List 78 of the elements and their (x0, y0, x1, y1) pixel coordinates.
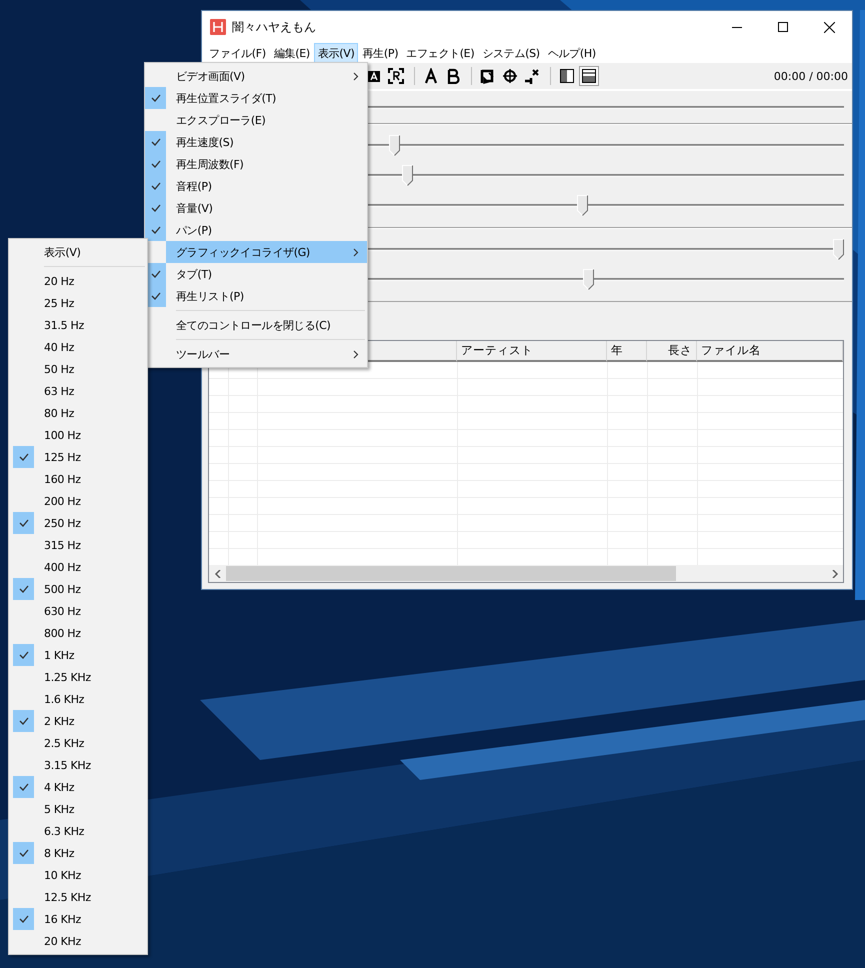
menu-item[interactable]: 16 KHz (34, 908, 147, 930)
pin-remove-icon[interactable] (524, 68, 540, 84)
slider-thumb[interactable] (833, 239, 844, 260)
menu-item[interactable]: 63 Hz (34, 380, 147, 402)
letter-a-icon[interactable] (423, 68, 439, 84)
menu-item[interactable]: 5 KHz (34, 798, 147, 820)
menu-item[interactable]: 全てのコントロールを閉じる(C) (166, 314, 367, 336)
target-icon[interactable] (502, 68, 518, 84)
close-icon[interactable] (824, 22, 834, 32)
menu-item[interactable]: 12.5 KHz (34, 886, 147, 908)
menu-item[interactable]: 再生位置スライダ(T) (166, 87, 367, 109)
menu-item[interactable]: 31.5 Hz (34, 314, 147, 336)
menu-item[interactable]: 6.3 KHz (34, 820, 147, 842)
menu-item[interactable]: 8 KHz (34, 842, 147, 864)
menu-item[interactable]: グラフィックイコライザ(G) (166, 241, 367, 263)
menu-item[interactable]: 500 Hz (34, 578, 147, 600)
slider-thumb[interactable] (402, 165, 413, 186)
menu-item[interactable]: 表示(V) (34, 241, 147, 263)
menu-item[interactable]: 3.15 KHz (34, 754, 147, 776)
column-header[interactable]: 長さ (647, 341, 697, 362)
menu-item[interactable]: 4 KHz (34, 776, 147, 798)
column-header[interactable]: 年 (607, 341, 647, 362)
menu-item[interactable]: 10 KHz (34, 864, 147, 886)
menu-item[interactable]: パン(P) (166, 219, 367, 241)
menu-bar-item[interactable]: エフェクト(E) (402, 43, 478, 63)
menu-item[interactable]: 20 Hz (34, 270, 147, 292)
menu-item[interactable]: 200 Hz (34, 490, 147, 512)
menu-bar-item[interactable]: 再生(P) (358, 43, 402, 63)
menu-item[interactable]: 315 Hz (34, 534, 147, 556)
menu-item[interactable]: 再生リスト(P) (166, 285, 367, 307)
left-panel-icon[interactable] (559, 68, 575, 84)
menu-bar-item[interactable]: ファイル(F) (205, 43, 270, 63)
menu-item[interactable]: 25 Hz (34, 292, 147, 314)
bottom-panel-icon[interactable] (581, 68, 597, 84)
repeat-icon[interactable] (480, 68, 496, 84)
menu-item[interactable]: 125 Hz (34, 446, 147, 468)
menu-item[interactable]: 音程(P) (166, 175, 367, 197)
menu-item[interactable]: 1.25 KHz (34, 666, 147, 688)
menu-item[interactable]: ツールバー (166, 343, 367, 365)
scroll-right-icon[interactable] (830, 570, 838, 578)
menu-item[interactable]: 80 Hz (34, 402, 147, 424)
scroll-left-icon[interactable] (214, 570, 222, 578)
menu-item[interactable]: 630 Hz (34, 600, 147, 622)
menu-item[interactable]: 50 Hz (34, 358, 147, 380)
menu-item[interactable]: ビデオ画面(V) (166, 65, 367, 87)
menu-item[interactable]: 20 KHz (34, 930, 147, 952)
slider-thumb[interactable] (583, 269, 594, 290)
menu-item[interactable]: 2 KHz (34, 710, 147, 732)
menu-bar-item[interactable]: システム(S) (478, 43, 544, 63)
slider-thumb[interactable] (389, 135, 400, 156)
maximize-icon[interactable] (778, 22, 788, 32)
window-title: 闇々ハヤえもん (232, 18, 317, 36)
menu-item[interactable]: タブ(T) (166, 263, 367, 285)
menu-item[interactable]: エクスプローラ(E) (166, 109, 367, 131)
column-header[interactable]: ファイル名 (697, 341, 843, 362)
menu-item[interactable]: 再生速度(S) (166, 131, 367, 153)
menu-item[interactable]: 250 Hz (34, 512, 147, 534)
menu-item[interactable]: 100 Hz (34, 424, 147, 446)
menu-bar-item[interactable]: ヘルプ(H) (544, 43, 600, 63)
frame-icon[interactable] (388, 68, 404, 84)
menu-bar-item[interactable]: 表示(V) (314, 43, 358, 63)
menu-item[interactable]: 1 KHz (34, 644, 147, 666)
menu-item[interactable]: 音量(V) (166, 197, 367, 219)
time-display: 00:00 / 00:00 (774, 70, 848, 82)
menu-item[interactable]: 1.6 KHz (34, 688, 147, 710)
menu-item[interactable]: 400 Hz (34, 556, 147, 578)
menu-item[interactable]: 再生周波数(F) (166, 153, 367, 175)
menu-item[interactable]: 160 Hz (34, 468, 147, 490)
text-box-icon[interactable] (366, 68, 382, 84)
column-header[interactable]: アーティスト (457, 341, 607, 362)
scrollbar-thumb[interactable] (226, 566, 676, 581)
menu-item[interactable]: 800 Hz (34, 622, 147, 644)
menu-item[interactable]: 2.5 KHz (34, 732, 147, 754)
app-icon (210, 19, 226, 35)
menu-bar-item[interactable]: 編集(E) (270, 43, 314, 63)
menu-item[interactable]: 40 Hz (34, 336, 147, 358)
slider-thumb[interactable] (576, 195, 588, 216)
letter-b-icon[interactable] (445, 68, 461, 84)
